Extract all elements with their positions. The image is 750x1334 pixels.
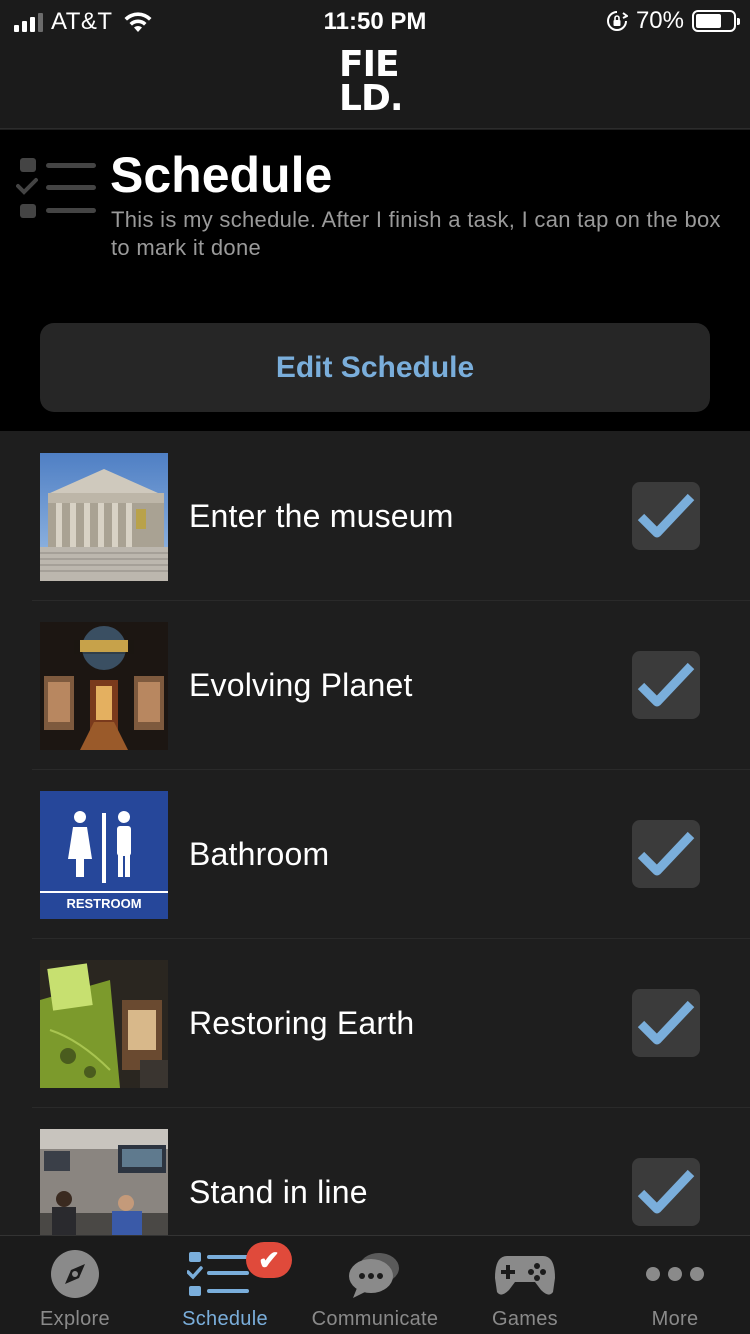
page-subtitle: This is my schedule. After I finish a ta… — [111, 207, 721, 260]
checkmark-icon — [637, 1000, 695, 1045]
tab-communicate[interactable]: Communicate — [300, 1236, 450, 1334]
logo-line-1: FIE — [339, 44, 400, 85]
museum-building-image — [40, 453, 168, 581]
tab-bar: Explore ✔ Schedule Communicate Games Mor… — [0, 1235, 750, 1334]
tab-label: Communicate — [311, 1308, 439, 1330]
schedule-item-label: Enter the museum — [189, 498, 454, 534]
checkmark-icon — [637, 831, 695, 876]
done-checkbox[interactable] — [632, 989, 700, 1057]
schedule-badge: ✔ — [246, 1242, 292, 1278]
logo-line-2: LD. — [339, 78, 404, 119]
evolving-planet-image — [40, 622, 168, 750]
field-museum-logo: FIE LD. — [339, 44, 413, 119]
tab-explore[interactable]: Explore — [0, 1236, 150, 1334]
schedule-item-label: Evolving Planet — [189, 667, 413, 703]
checkmark-icon — [637, 1169, 695, 1214]
ticket-line-image — [40, 1129, 168, 1235]
compass-icon — [51, 1250, 99, 1298]
more-dots-icon — [646, 1267, 704, 1281]
schedule-item[interactable]: Stand in line — [32, 1108, 750, 1235]
tab-more[interactable]: More — [600, 1236, 750, 1334]
edit-schedule-button[interactable]: Edit Schedule — [40, 323, 710, 412]
gamepad-icon — [495, 1256, 555, 1295]
schedule-item-label: Stand in line — [189, 1174, 368, 1210]
schedule-item[interactable]: Enter the museum — [32, 432, 750, 601]
rotation-lock-icon — [606, 11, 628, 31]
tab-label: Games — [492, 1308, 558, 1330]
done-checkbox[interactable] — [632, 651, 700, 719]
done-checkbox[interactable] — [632, 1158, 700, 1226]
schedule-item[interactable]: RESTROOM Bathroom — [32, 770, 750, 939]
done-checkbox[interactable] — [632, 820, 700, 888]
done-checkbox[interactable] — [632, 482, 700, 550]
tab-games[interactable]: Games — [450, 1236, 600, 1334]
tab-label: Schedule — [182, 1308, 268, 1330]
restoring-earth-image — [40, 960, 168, 1088]
schedule-item[interactable]: Restoring Earth — [32, 939, 750, 1108]
chat-bubbles-icon — [349, 1253, 399, 1298]
checkmark-icon — [637, 493, 695, 538]
tab-schedule[interactable]: ✔ Schedule — [150, 1236, 300, 1334]
schedule-item[interactable]: Evolving Planet — [32, 601, 750, 770]
battery-percent: 70% — [635, 7, 684, 34]
status-right: 70% — [606, 7, 740, 35]
checklist-icon — [187, 1252, 249, 1296]
checklist-icon — [16, 158, 96, 218]
checkmark-icon — [637, 662, 695, 707]
tab-label: More — [651, 1308, 699, 1330]
battery-icon — [692, 10, 740, 32]
tab-label: Explore — [40, 1308, 110, 1330]
schedule-item-label: Bathroom — [189, 836, 330, 872]
schedule-item-label: Restoring Earth — [189, 1005, 415, 1041]
app-header: FIE LD. — [0, 42, 750, 129]
schedule-list: Enter the museum Evolving Planet RESTROO… — [0, 432, 750, 1235]
page-title: Schedule — [110, 147, 333, 203]
status-bar: AT&T 11:50 PM 70% — [0, 0, 750, 42]
restroom-sign-image: RESTROOM — [40, 791, 168, 919]
restroom-sign-text: RESTROOM — [66, 896, 141, 911]
